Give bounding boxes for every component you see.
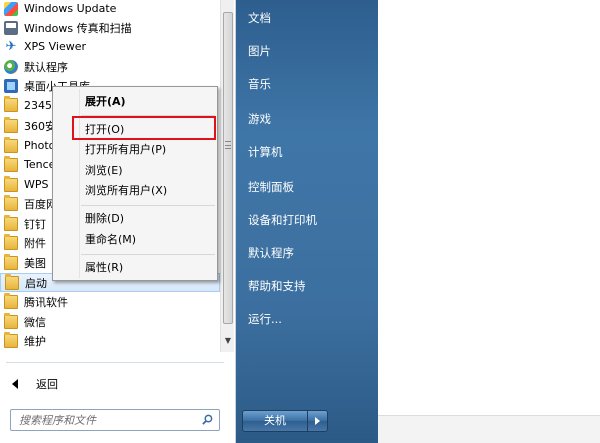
fax-scan-icon: [4, 20, 18, 35]
right-item-help-support[interactable]: 帮助和支持: [248, 276, 372, 296]
divider: [6, 362, 224, 363]
program-item-default-programs[interactable]: 默认程序: [0, 57, 220, 76]
xps-viewer-icon: ✈: [5, 38, 17, 54]
folder-icon: [4, 233, 18, 250]
program-list-scrollbar[interactable]: ▼: [220, 0, 234, 352]
right-item-label: 运行...: [248, 312, 282, 326]
right-item-run[interactable]: 运行...: [248, 309, 372, 329]
program-label: 维护: [24, 334, 46, 348]
back-arrow-icon: [12, 379, 18, 389]
shutdown-options-arrow-icon[interactable]: [308, 410, 328, 432]
right-item-computer[interactable]: 计算机: [248, 142, 372, 162]
program-label: 美图: [24, 256, 46, 270]
right-item-label: 图片: [248, 44, 271, 58]
program-label: 附件: [24, 236, 46, 250]
folder-icon: [4, 155, 18, 172]
scroll-down-arrow-icon[interactable]: ▼: [221, 334, 235, 348]
folder-icon: [4, 214, 18, 231]
menu-separator: [81, 254, 215, 255]
right-item-label: 帮助和支持: [248, 279, 306, 293]
menu-item-label: 打开所有用户(P): [85, 143, 167, 156]
folder-icon: [4, 292, 18, 309]
program-label: 腾讯软件: [24, 295, 68, 309]
windows-update-icon: [4, 1, 18, 16]
right-shortcuts-pane: 文档 图片 音乐 游戏 计算机 控制面板 设备和打印机 默认程序 帮助和支持 运…: [236, 0, 378, 443]
program-label: XPS Viewer: [24, 40, 87, 53]
folder-icon: [4, 253, 18, 270]
menu-item-browse[interactable]: 浏览(E): [85, 160, 213, 180]
right-item-control-panel[interactable]: 控制面板: [248, 177, 372, 197]
folder-icon: [4, 331, 18, 348]
menu-item-properties[interactable]: 属性(R): [85, 257, 213, 277]
right-item-games[interactable]: 游戏: [248, 109, 372, 129]
program-item-fax-scan[interactable]: Windows 传真和扫描: [0, 18, 220, 37]
menu-item-label: 重命名(M): [85, 233, 137, 246]
menu-item-label: 删除(D): [85, 212, 125, 225]
folder-item-wechat[interactable]: 微信: [0, 312, 220, 331]
folder-icon: [4, 312, 18, 329]
right-item-label: 游戏: [248, 112, 271, 126]
menu-item-delete[interactable]: 删除(D): [85, 208, 213, 228]
menu-item-browse-all-users[interactable]: 浏览所有用户(X): [85, 180, 213, 200]
folder-icon: [4, 175, 18, 192]
right-item-label: 计算机: [248, 145, 283, 159]
default-programs-icon: [4, 59, 18, 74]
program-item-xps-viewer[interactable]: ✈ XPS Viewer: [0, 37, 220, 56]
right-item-devices-printers[interactable]: 设备和打印机: [248, 210, 372, 230]
program-label: 微信: [24, 315, 46, 329]
right-item-documents[interactable]: 文档: [248, 8, 372, 28]
program-label: 默认程序: [24, 60, 68, 74]
right-item-pictures[interactable]: 图片: [248, 41, 372, 61]
search-input[interactable]: [11, 413, 191, 427]
back-label: 返回: [36, 378, 58, 391]
right-item-label: 文档: [248, 11, 271, 25]
folder-icon: [4, 194, 18, 211]
right-item-label: 默认程序: [248, 246, 294, 260]
right-item-music[interactable]: 音乐: [248, 74, 372, 94]
program-label: 启动: [25, 276, 47, 290]
program-label: 钉钉: [24, 217, 46, 231]
program-label: Windows 传真和扫描: [24, 21, 132, 35]
folder-icon: [5, 273, 19, 290]
menu-item-label: 浏览所有用户(X): [85, 184, 168, 197]
search-icon[interactable]: [202, 414, 213, 425]
open-item-highlight-box: [72, 116, 216, 140]
folder-item-tencent-software[interactable]: 腾讯软件: [0, 292, 220, 311]
folder-icon: [4, 116, 18, 133]
right-item-label: 音乐: [248, 77, 271, 91]
shutdown-label: 关机: [264, 414, 286, 427]
menu-item-label: 属性(R): [85, 261, 124, 274]
folder-icon: [4, 136, 18, 153]
folder-icon: [4, 95, 18, 112]
search-box[interactable]: [10, 409, 220, 431]
menu-item-label: 浏览(E): [85, 164, 123, 177]
desktop-gadgets-icon: [4, 78, 18, 93]
right-item-label: 控制面板: [248, 180, 294, 194]
right-item-label: 设备和打印机: [248, 213, 317, 227]
menu-separator: [81, 205, 215, 206]
shutdown-button[interactable]: 关机: [242, 410, 308, 432]
right-item-default-programs[interactable]: 默认程序: [248, 243, 372, 263]
scrollbar-grip-icon: [225, 141, 231, 149]
program-label: Windows Update: [24, 2, 117, 15]
menu-item-open-all-users[interactable]: 打开所有用户(P): [85, 139, 213, 159]
scrollbar-thumb[interactable]: [223, 12, 233, 324]
menu-item-label: 展开(A): [85, 95, 126, 108]
folder-item-maintenance[interactable]: 维护: [0, 331, 220, 350]
program-item-windows-update[interactable]: Windows Update: [0, 0, 220, 18]
back-button[interactable]: 返回: [6, 374, 220, 394]
desktop-area: [378, 415, 600, 443]
menu-item-rename[interactable]: 重命名(M): [85, 229, 213, 249]
menu-item-expand[interactable]: 展开(A): [85, 91, 213, 111]
